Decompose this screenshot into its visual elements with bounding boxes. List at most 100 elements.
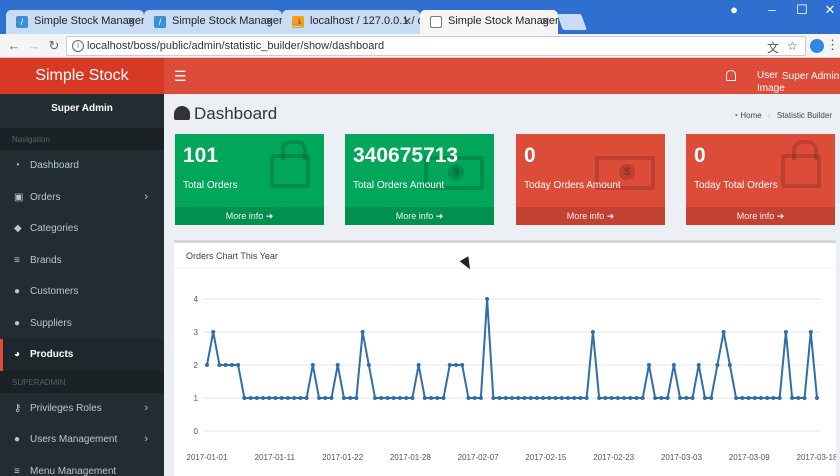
sidebar-item-customers[interactable]: ● Customers	[0, 276, 164, 308]
more-info-link[interactable]: More info ➜	[345, 207, 494, 225]
data-point	[422, 396, 427, 400]
extension-icon[interactable]	[810, 39, 824, 53]
browser-tab-4-active[interactable]: Simple Stock Manager: D ✕	[420, 10, 558, 34]
data-point	[727, 363, 732, 367]
translate-icon[interactable]: 文	[767, 39, 779, 56]
profile-icon[interactable]: ●	[724, 2, 744, 17]
browser-menu-icon[interactable]: ⋮	[826, 37, 839, 53]
users-icon: ●	[14, 286, 21, 297]
close-icon[interactable]: ✕	[265, 15, 274, 28]
data-point	[242, 396, 247, 400]
close-icon[interactable]: ✕	[403, 15, 412, 28]
new-tab-button[interactable]	[557, 14, 587, 30]
more-info-label: More info	[736, 211, 775, 221]
data-point	[205, 363, 209, 367]
data-point	[653, 396, 658, 400]
data-point	[317, 396, 322, 400]
breadcrumb-current: Statistic Builder	[776, 111, 832, 120]
info-icon[interactable]: i	[72, 40, 84, 52]
notifications-bell-icon[interactable]	[726, 70, 736, 81]
data-point	[815, 396, 819, 400]
data-point	[310, 363, 315, 367]
minimize-button[interactable]: –	[762, 2, 782, 17]
data-point	[435, 396, 440, 400]
more-info-link[interactable]: More info ➜	[686, 207, 835, 225]
sidebar-item-privileges-roles[interactable]: ⚷ Privileges Roles ›	[0, 393, 164, 425]
breadcrumb-home[interactable]: Home	[740, 111, 761, 120]
data-point	[659, 396, 664, 400]
data-point	[379, 396, 384, 400]
dashboard-icon	[174, 106, 190, 120]
url-text: localhost/boss/public/admin/statistic_bu…	[87, 40, 385, 52]
data-point	[783, 330, 788, 334]
y-tick-label: 2	[194, 361, 199, 370]
data-point	[497, 396, 502, 400]
stat-label: Total Orders Amount	[353, 180, 445, 191]
data-point	[528, 396, 533, 400]
data-point	[348, 396, 353, 400]
data-point	[715, 363, 720, 367]
user-name[interactable]: Super Admin	[782, 71, 839, 82]
data-point	[547, 396, 552, 400]
sidebar-item-menu-management[interactable]: ≡ Menu Management	[0, 456, 164, 476]
sidebar-toggle-icon[interactable]: ☰	[174, 68, 187, 85]
more-info-link[interactable]: More info ➜	[175, 207, 324, 225]
data-point	[503, 396, 508, 400]
close-icon[interactable]: ✕	[127, 15, 136, 28]
browser-tab-3[interactable]: ⛵ localhost / 127.0.0.1 / db ✕	[282, 10, 420, 34]
arrow-circle-right-icon: ➜	[776, 211, 785, 221]
address-bar-row: ← → ↻ i localhost/boss/public/admin/stat…	[0, 34, 840, 58]
sidebar-item-label: Privileges Roles	[30, 402, 102, 414]
sidebar-item-brands[interactable]: ≡ Brands	[0, 245, 164, 277]
sidebar-item-dashboard[interactable]: ◔ Dashboard	[0, 150, 164, 182]
data-point	[752, 396, 757, 400]
data-point	[746, 396, 751, 400]
top-navbar: ☰ User Image Super Admin	[164, 58, 840, 94]
stat-box-today-orders-amount: 0 Today Orders Amount More info ➜	[516, 134, 665, 225]
browser-tab-1[interactable]: / Simple Stock Manager | D ✕	[6, 10, 144, 34]
bookmark-star-icon[interactable]: ☆	[787, 39, 798, 53]
data-point	[441, 396, 446, 400]
close-icon[interactable]: ✕	[541, 15, 550, 28]
x-tick-label: 2017-03-09	[729, 453, 770, 462]
pie-chart-icon: ◕	[14, 349, 21, 360]
browser-tab-2[interactable]: / Simple Stock Manager | D ✕	[144, 10, 282, 34]
x-tick-label: 2017-02-15	[525, 453, 566, 462]
user-avatar[interactable]: User Image	[757, 69, 785, 95]
stat-label: Today Orders Amount	[524, 180, 621, 191]
sidebar-item-label: Orders	[30, 191, 61, 203]
sidebar-item-categories[interactable]: ◆ Categories	[0, 213, 164, 245]
sidebar-item-orders[interactable]: ▣ Orders ›	[0, 182, 164, 214]
data-point	[615, 396, 620, 400]
reload-button[interactable]: ↻	[46, 38, 62, 54]
y-tick-label: 3	[194, 328, 199, 337]
data-point	[584, 396, 589, 400]
stat-label: Total Orders	[183, 180, 238, 191]
data-point	[634, 396, 639, 400]
app-logo[interactable]: Simple Stock	[0, 58, 164, 94]
sidebar-item-products[interactable]: ◕ Products	[0, 339, 164, 371]
url-field[interactable]: i localhost/boss/public/admin/statistic_…	[66, 36, 806, 56]
data-point	[678, 396, 683, 400]
x-tick-label: 2017-01-22	[322, 453, 363, 462]
app-favicon-icon: /	[154, 16, 166, 28]
more-info-link[interactable]: More info ➜	[516, 207, 665, 225]
breadcrumb-separator: ›	[767, 111, 771, 120]
maximize-button[interactable]: ☐	[792, 2, 812, 18]
sidebar-item-users-management[interactable]: ● Users Management ›	[0, 424, 164, 456]
close-window-button[interactable]: ✕	[820, 2, 840, 18]
sidebar-item-suppliers[interactable]: ● Suppliers	[0, 308, 164, 340]
data-point	[261, 396, 266, 400]
data-point	[516, 396, 521, 400]
data-point	[777, 396, 782, 400]
forward-button[interactable]: →	[26, 38, 42, 53]
data-point	[553, 396, 558, 400]
x-tick-label: 2017-02-23	[593, 453, 634, 462]
back-button[interactable]: ←	[6, 38, 22, 53]
data-point	[491, 396, 496, 400]
sidebar-user-panel: Super Admin	[51, 103, 113, 114]
data-point	[304, 396, 309, 400]
chart-panel-title: Orders Chart This Year	[174, 243, 836, 269]
chevron-right-icon: ›	[144, 190, 148, 203]
chevron-right-icon: ›	[144, 433, 148, 445]
